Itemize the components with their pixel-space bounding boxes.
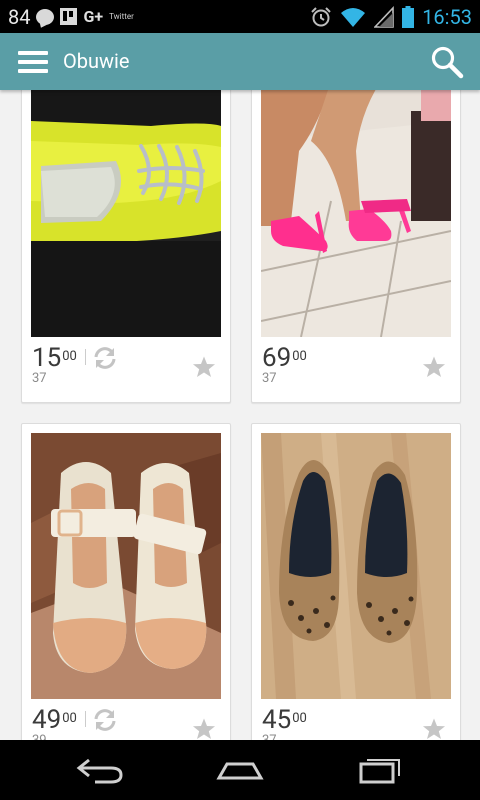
status-bar: 84 G+ Twitter 16:53: [0, 0, 480, 33]
battery-icon: [402, 5, 415, 28]
listing-card[interactable]: 4500 37: [251, 423, 461, 740]
listing-size: 37: [262, 371, 277, 386]
wifi-icon: [341, 7, 366, 27]
swap-icon: [94, 347, 116, 369]
notification-count: 84: [8, 4, 31, 29]
listing-card[interactable]: 1500 37: [21, 90, 231, 403]
listing-card[interactable]: 4900 39: [21, 423, 231, 740]
divider: [85, 711, 86, 727]
listing-grid: 1500 37 6900 37 4900 4500: [0, 90, 480, 740]
hamburger-menu-icon[interactable]: [18, 49, 48, 75]
listing-size: 37: [262, 733, 277, 740]
listing-price: 6900: [262, 343, 307, 373]
back-icon[interactable]: [75, 754, 125, 786]
app-bar: Obuwie: [0, 33, 480, 90]
page-title: Obuwie: [63, 49, 130, 73]
recent-apps-icon[interactable]: [355, 754, 405, 786]
clock: 16:53: [422, 4, 472, 29]
listing-photo[interactable]: [31, 90, 221, 337]
google-plus-icon: G+: [83, 7, 104, 26]
star-icon[interactable]: [192, 355, 216, 379]
star-icon[interactable]: [422, 355, 446, 379]
listing-price: 4900: [32, 705, 77, 735]
home-icon[interactable]: [215, 754, 265, 786]
listing-price: 1500: [32, 343, 77, 373]
alarm-icon: [311, 6, 331, 26]
listing-size: 37: [32, 371, 47, 386]
star-icon[interactable]: [192, 717, 216, 740]
twitter-label: Twitter: [109, 12, 134, 21]
chat-bubble-icon: [36, 8, 55, 25]
listing-size: 39: [32, 733, 47, 740]
listing-photo[interactable]: [261, 90, 451, 337]
flipboard-icon: [60, 8, 78, 25]
status-notifications: 84 G+ Twitter: [8, 0, 134, 33]
listing-photo[interactable]: [31, 433, 221, 699]
listing-card[interactable]: 6900 37: [251, 90, 461, 403]
swap-icon: [94, 709, 116, 731]
search-icon[interactable]: [430, 45, 464, 79]
listing-photo[interactable]: [261, 433, 451, 699]
listing-price: 4500: [262, 705, 307, 735]
signal-icon: [374, 5, 394, 28]
status-system-icons: 16:53: [310, 0, 472, 33]
navigation-bar: [0, 740, 480, 800]
star-icon[interactable]: [422, 717, 446, 740]
divider: [85, 349, 86, 365]
